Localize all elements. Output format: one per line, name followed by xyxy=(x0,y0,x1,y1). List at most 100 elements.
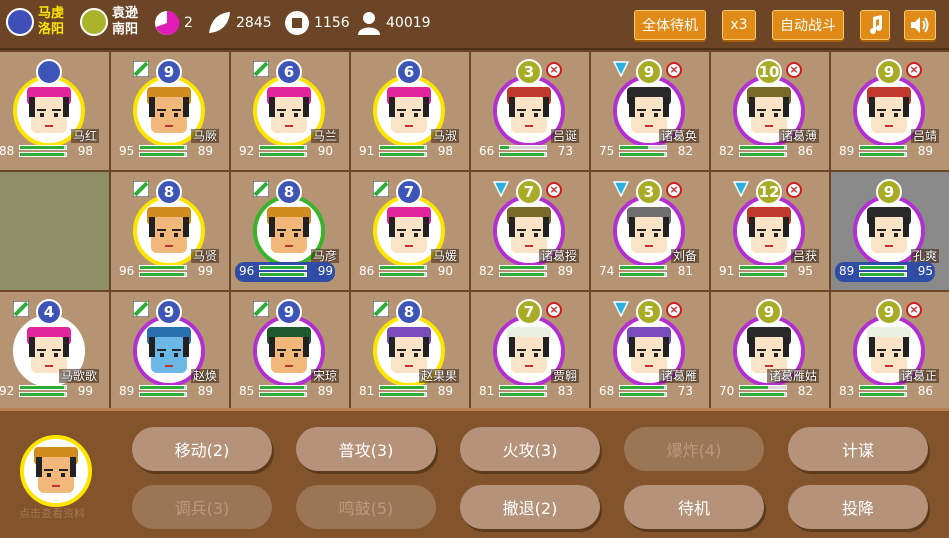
move-button[interactable]: 移动(2) xyxy=(132,427,272,471)
unit-stats: 89 89 xyxy=(115,382,215,402)
faction-enemy[interactable]: 袁逊 南阳 xyxy=(80,6,138,38)
unit-level-badge: 9 xyxy=(876,299,902,325)
unit-stats: 89 95 xyxy=(835,262,935,282)
selected-unit-portrait[interactable] xyxy=(20,435,92,507)
unit-name: 诸葛薄 xyxy=(778,129,819,143)
unit-cell[interactable]: 7 × 诸葛授 82 89 xyxy=(471,172,589,290)
leaf-icon xyxy=(209,12,230,33)
unit-cell[interactable]: 5 × 诸葛雁 68 73 xyxy=(591,292,709,410)
unit-name: 孔爽 xyxy=(910,249,939,263)
unit-cell[interactable]: 9 诸葛雁姑 70 82 xyxy=(711,292,829,410)
unit-stats: 92 99 xyxy=(0,382,95,402)
unit-level-badge: 12 xyxy=(756,179,782,205)
hp-bar xyxy=(379,385,427,390)
unit-attack: 91 xyxy=(359,144,375,158)
unit-name: 马淑 xyxy=(430,129,459,143)
unit-cell[interactable]: 8 马贤 96 99 xyxy=(111,172,229,290)
sound-button[interactable] xyxy=(904,10,936,40)
hp-bar xyxy=(259,385,307,390)
unit-cell[interactable]: 9 赵焕 89 89 xyxy=(111,292,229,410)
unit-cell[interactable]: 9 × 诸葛奂 75 82 xyxy=(591,52,709,170)
unit-cell[interactable]: 12 × 吕获 91 95 xyxy=(711,172,829,290)
stratagem-button[interactable]: 计谋 xyxy=(788,427,928,471)
unit-attack: 83 xyxy=(839,384,855,398)
retreat-button[interactable]: 撤退(2) xyxy=(460,485,600,529)
deploy-button[interactable]: 调兵(3) xyxy=(132,485,272,529)
hp-bar xyxy=(859,265,907,270)
unit-level-badge: 9 xyxy=(876,179,902,205)
unit-level-badge: 6 xyxy=(396,59,422,85)
unit-cell[interactable]: 6 马兰 92 90 xyxy=(231,52,349,170)
faction-city: 南阳 xyxy=(112,22,139,37)
speed-button[interactable]: x3 xyxy=(722,10,756,40)
standby-button[interactable]: 待机 xyxy=(624,485,764,529)
unit-cell[interactable]: 3 × 刘备 74 81 xyxy=(591,172,709,290)
stat-troops: 40019 xyxy=(356,10,431,36)
unit-defense: 90 xyxy=(437,264,453,278)
auto-battle-button[interactable]: 自动战斗 xyxy=(772,10,844,40)
explode-button[interactable]: 爆炸(4) xyxy=(624,427,764,471)
unit-cell[interactable]: 10 × 诸葛薄 82 86 xyxy=(711,52,829,170)
leaf-status-icon xyxy=(253,301,269,317)
unit-name: 赵焕 xyxy=(190,369,219,383)
mp-bar xyxy=(139,152,187,157)
surrender-button[interactable]: 投降 xyxy=(788,485,928,529)
unit-level-badge: 3 xyxy=(636,179,662,205)
unit-stats: 81 83 xyxy=(475,382,575,402)
unit-bars xyxy=(379,145,427,159)
unit-attack: 74 xyxy=(599,264,615,278)
unit-cell[interactable]: 3 × 吕诞 66 73 xyxy=(471,52,589,170)
unit-cell[interactable]: 9 宋琼 85 89 xyxy=(231,292,349,410)
empty-cell[interactable] xyxy=(0,172,109,290)
all-standby-button[interactable]: 全体待机 xyxy=(634,10,706,40)
unit-bars xyxy=(739,265,787,279)
view-info-hint[interactable]: 点击查看资料 xyxy=(19,505,85,521)
unit-cell[interactable]: 4 马歌歌 92 99 xyxy=(0,292,109,410)
unit-defense: 89 xyxy=(917,144,933,158)
unit-cell[interactable]: 9 × 诸葛正 83 86 xyxy=(831,292,949,410)
hp-bar xyxy=(259,145,307,150)
unit-stats: 83 86 xyxy=(835,382,935,402)
hp-bar xyxy=(499,145,547,150)
unit-level-badge: 9 xyxy=(756,299,782,325)
unit-bars xyxy=(619,385,667,399)
unit-stats: 81 89 xyxy=(355,382,455,402)
unit-level-badge: 9 xyxy=(876,59,902,85)
music-note-icon xyxy=(870,15,882,34)
coin-icon xyxy=(285,11,309,35)
unit-name: 马兰 xyxy=(310,129,339,143)
mp-bar xyxy=(499,392,547,397)
drum-button[interactable]: 鸣鼓(5) xyxy=(296,485,436,529)
unit-cell[interactable]: 9 马厥 95 89 xyxy=(111,52,229,170)
unit-cell[interactable]: 7 × 贾翱 81 83 xyxy=(471,292,589,410)
unit-defense: 99 xyxy=(317,264,333,278)
mp-bar xyxy=(739,392,787,397)
unit-cell[interactable]: 7 马媛 86 90 xyxy=(351,172,469,290)
mp-bar xyxy=(619,392,667,397)
hp-bar xyxy=(139,145,187,150)
attack-button[interactable]: 普攻(3) xyxy=(296,427,436,471)
stat-cities-value: 2 xyxy=(184,15,193,31)
music-button[interactable] xyxy=(860,10,890,40)
unit-name: 赵果果 xyxy=(418,369,459,383)
faction-player[interactable]: 马虔 洛阳 xyxy=(6,6,64,38)
unit-bars xyxy=(859,145,907,159)
unit-attack: 68 xyxy=(599,384,615,398)
leaf-status-icon xyxy=(13,301,29,317)
unit-cell[interactable]: 9 × 吕靖 89 89 xyxy=(831,52,949,170)
unit-cell[interactable]: 6 马淑 91 98 xyxy=(351,52,469,170)
unit-attack: 89 xyxy=(839,264,855,278)
unit-cell[interactable]: 8 马彦 96 99 xyxy=(231,172,349,290)
unit-cell[interactable]: 马红 88 98 xyxy=(0,52,109,170)
mp-bar xyxy=(739,152,787,157)
cancel-status-icon: × xyxy=(666,182,682,198)
unit-name: 宋琼 xyxy=(310,369,339,383)
unit-bars xyxy=(259,145,307,159)
leaf-status-icon xyxy=(373,181,389,197)
fire-attack-button[interactable]: 火攻(3) xyxy=(460,427,600,471)
unit-defense: 73 xyxy=(557,144,573,158)
unit-cell[interactable]: 8 赵果果 81 89 xyxy=(351,292,469,410)
unit-level-badge: 9 xyxy=(636,59,662,85)
unit-bars xyxy=(139,145,187,159)
unit-cell[interactable]: 9 孔爽 89 95 xyxy=(831,172,949,290)
